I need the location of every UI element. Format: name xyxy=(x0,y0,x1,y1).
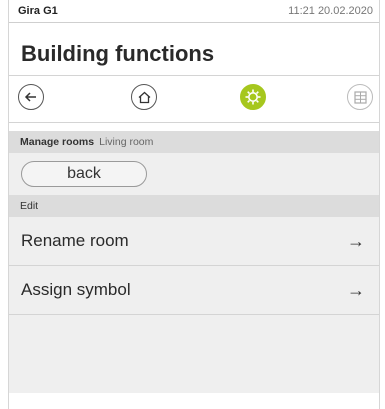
manage-rooms-label: Manage rooms xyxy=(20,136,95,148)
edit-header: Edit xyxy=(9,195,379,217)
back-nav-button[interactable] xyxy=(18,84,44,110)
home-nav-button[interactable] xyxy=(131,84,157,110)
room-name: Living room xyxy=(99,136,154,148)
list-item-label: Assign symbol xyxy=(21,280,131,299)
arrow-right-icon: → xyxy=(347,279,365,300)
status-bar: Gira G1 11:21 20.02.2020 xyxy=(9,0,379,23)
gear-icon xyxy=(245,89,261,105)
edit-label: Edit xyxy=(20,200,39,212)
grid-nav-button[interactable] xyxy=(347,84,373,110)
nav-bar xyxy=(9,75,379,123)
edit-list: Rename room → Assign symbol → xyxy=(9,217,379,393)
page-title: Building functions xyxy=(21,41,215,66)
device-name: Gira G1 xyxy=(18,5,58,17)
back-button[interactable]: back xyxy=(21,161,147,187)
home-icon xyxy=(138,91,150,103)
assign-symbol-item[interactable]: Assign symbol → xyxy=(9,266,379,315)
list-item-label: Rename room xyxy=(21,231,129,250)
arrow-right-icon: → xyxy=(347,230,365,251)
arrow-left-icon xyxy=(24,92,36,102)
device-screen: Gira G1 11:21 20.02.2020 Building functi… xyxy=(8,0,380,409)
empty-area xyxy=(9,315,379,393)
grid-icon xyxy=(353,90,367,104)
settings-nav-button[interactable] xyxy=(240,84,266,110)
back-row: back xyxy=(9,153,379,195)
rename-room-item[interactable]: Rename room → xyxy=(9,217,379,266)
manage-rooms-header: Manage rooms Living room xyxy=(9,131,379,153)
clock: 11:21 20.02.2020 xyxy=(288,5,373,17)
